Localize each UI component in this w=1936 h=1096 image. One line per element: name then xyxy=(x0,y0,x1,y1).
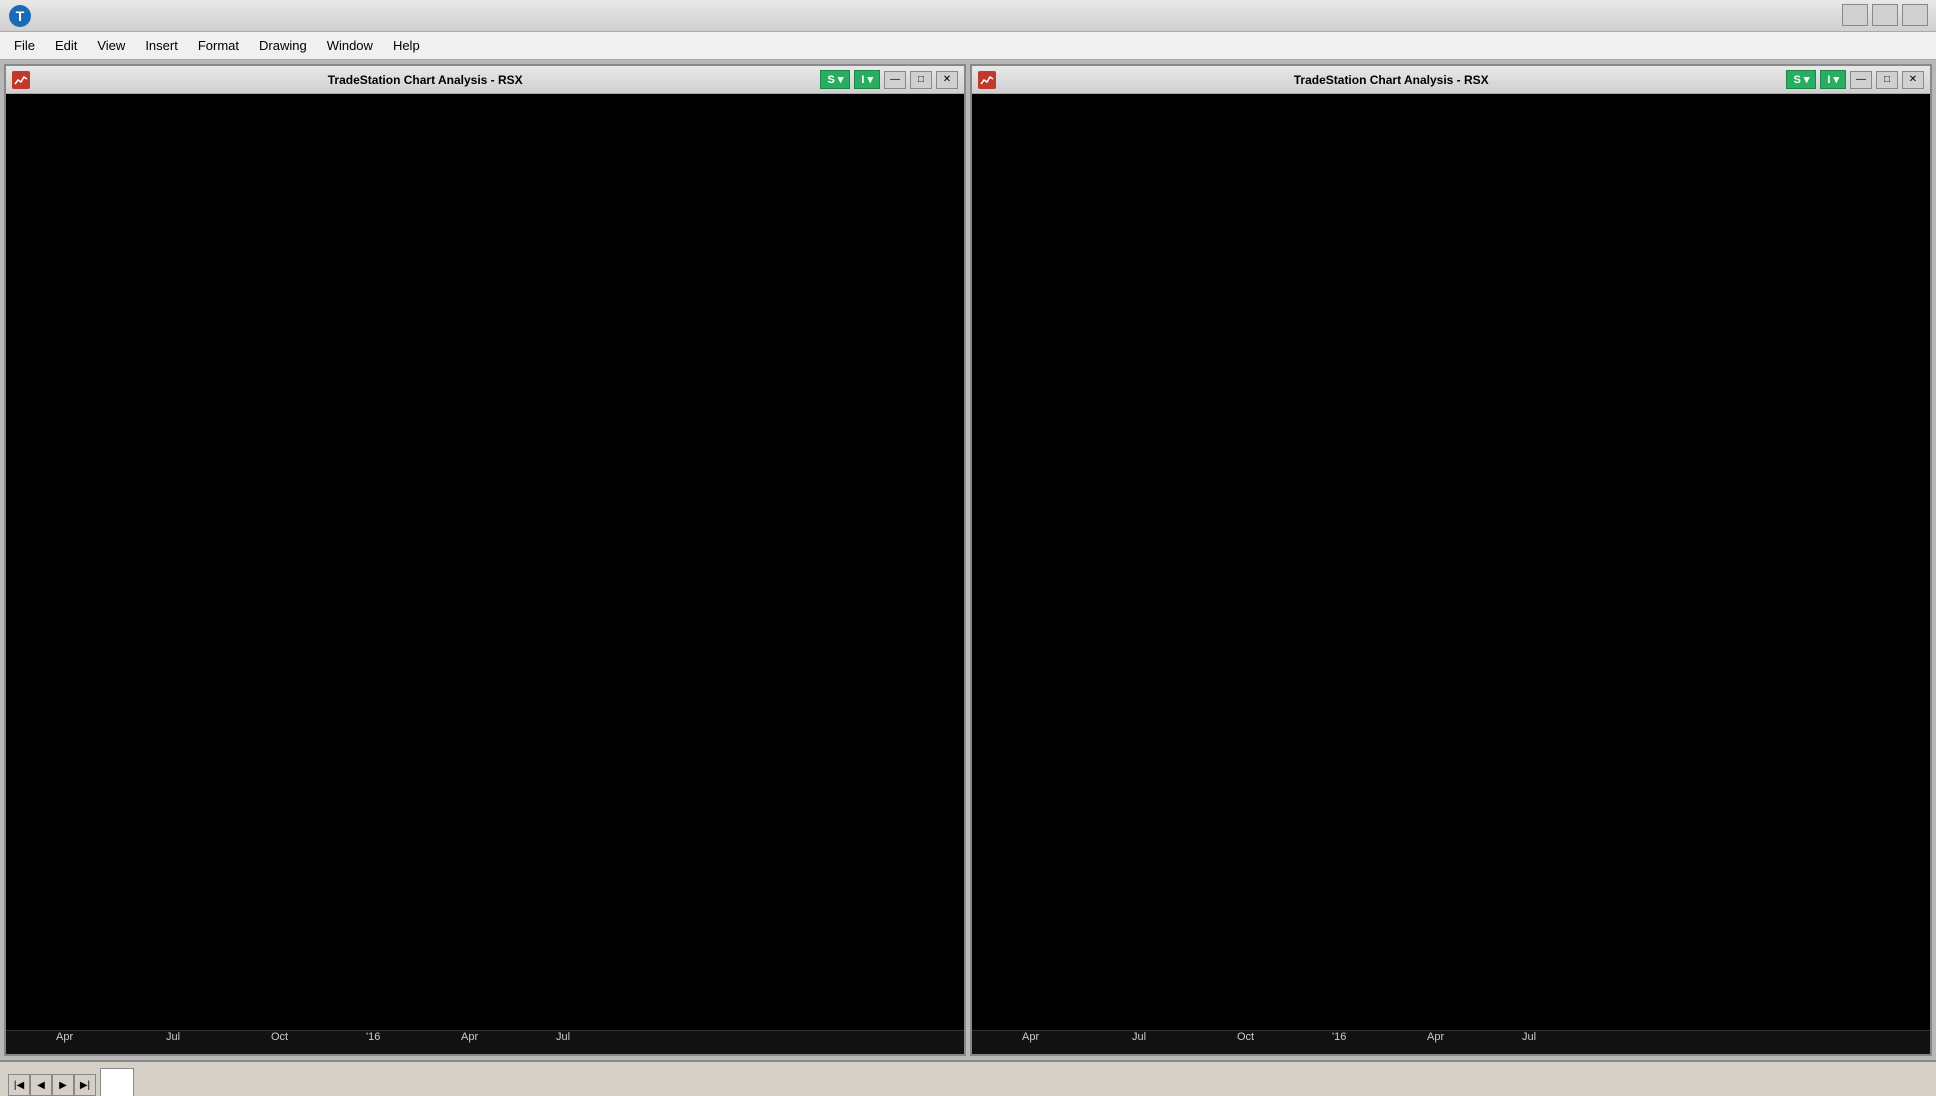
main-content: TradeStation Chart Analysis - RSX S ▾ I … xyxy=(0,60,1936,1060)
chart-minimize-right[interactable]: — xyxy=(1850,71,1872,89)
chart-titlebar-right: TradeStation Chart Analysis - RSX S ▾ I … xyxy=(972,66,1930,94)
date-jul2-left: Jul xyxy=(556,1031,570,1043)
menu-file[interactable]: File xyxy=(4,34,45,57)
date-apr-left: Apr xyxy=(56,1031,73,1043)
app-logo: T xyxy=(8,4,32,28)
date-16-right: '16 xyxy=(1332,1031,1346,1043)
chart-maximize-left[interactable]: □ xyxy=(910,71,932,89)
tab-prev-button[interactable]: ◀ xyxy=(30,1074,52,1096)
minimize-button[interactable] xyxy=(1842,4,1868,26)
window-controls xyxy=(1842,4,1928,26)
tab-x-equities-mtf[interactable] xyxy=(100,1068,134,1096)
chart-title-right: TradeStation Chart Analysis - RSX xyxy=(1000,73,1782,87)
tab-next-button[interactable]: ▶ xyxy=(52,1074,74,1096)
chart-maximize-right[interactable]: □ xyxy=(1876,71,1898,89)
chart-panel-left: TradeStation Chart Analysis - RSX S ▾ I … xyxy=(4,64,966,1056)
chart-panel-right: TradeStation Chart Analysis - RSX S ▾ I … xyxy=(970,64,1932,1056)
menu-insert[interactable]: Insert xyxy=(135,34,188,57)
i-button-right[interactable]: I ▾ xyxy=(1820,70,1846,89)
date-jul2-right: Jul xyxy=(1522,1031,1536,1043)
date-16-left: '16 xyxy=(366,1031,380,1043)
chart-icon-right xyxy=(978,71,996,89)
s-button-right[interactable]: S ▾ xyxy=(1786,70,1816,89)
date-jul-right: Jul xyxy=(1132,1031,1146,1043)
menu-format[interactable]: Format xyxy=(188,34,249,57)
date-apr2-left: Apr xyxy=(461,1031,478,1043)
chart-body-right xyxy=(972,94,1930,1030)
s-button-left[interactable]: S ▾ xyxy=(820,70,850,89)
menu-bar: File Edit View Insert Format Drawing Win… xyxy=(0,32,1936,60)
left-chart-canvas[interactable] xyxy=(6,94,964,1030)
chart-minimize-left[interactable]: — xyxy=(884,71,906,89)
close-button[interactable] xyxy=(1902,4,1928,26)
chart-close-right[interactable]: ✕ xyxy=(1902,71,1924,89)
date-axis-left: Apr Jul Oct '16 Apr Jul xyxy=(6,1030,964,1054)
tab-last-button[interactable]: ▶| xyxy=(74,1074,96,1096)
chart-title-left: TradeStation Chart Analysis - RSX xyxy=(34,73,816,87)
date-jul-left: Jul xyxy=(166,1031,180,1043)
title-bar: T xyxy=(0,0,1936,32)
menu-drawing[interactable]: Drawing xyxy=(249,34,317,57)
date-oct-right: Oct xyxy=(1237,1031,1254,1043)
maximize-button[interactable] xyxy=(1872,4,1898,26)
chart-close-left[interactable]: ✕ xyxy=(936,71,958,89)
menu-help[interactable]: Help xyxy=(383,34,430,57)
svg-text:T: T xyxy=(16,8,25,24)
date-apr-right: Apr xyxy=(1022,1031,1039,1043)
menu-edit[interactable]: Edit xyxy=(45,34,87,57)
tab-bar: |◀ ◀ ▶ ▶| xyxy=(0,1060,1936,1096)
i-button-left[interactable]: I ▾ xyxy=(854,70,880,89)
right-chart-canvas[interactable] xyxy=(972,94,1930,1030)
chart-titlebar-left: TradeStation Chart Analysis - RSX S ▾ I … xyxy=(6,66,964,94)
date-apr2-right: Apr xyxy=(1427,1031,1444,1043)
tab-first-button[interactable]: |◀ xyxy=(8,1074,30,1096)
chart-icon-left xyxy=(12,71,30,89)
menu-view[interactable]: View xyxy=(87,34,135,57)
chart-body-left xyxy=(6,94,964,1030)
menu-window[interactable]: Window xyxy=(317,34,383,57)
date-axis-right: Apr Jul Oct '16 Apr Jul xyxy=(972,1030,1930,1054)
date-oct-left: Oct xyxy=(271,1031,288,1043)
